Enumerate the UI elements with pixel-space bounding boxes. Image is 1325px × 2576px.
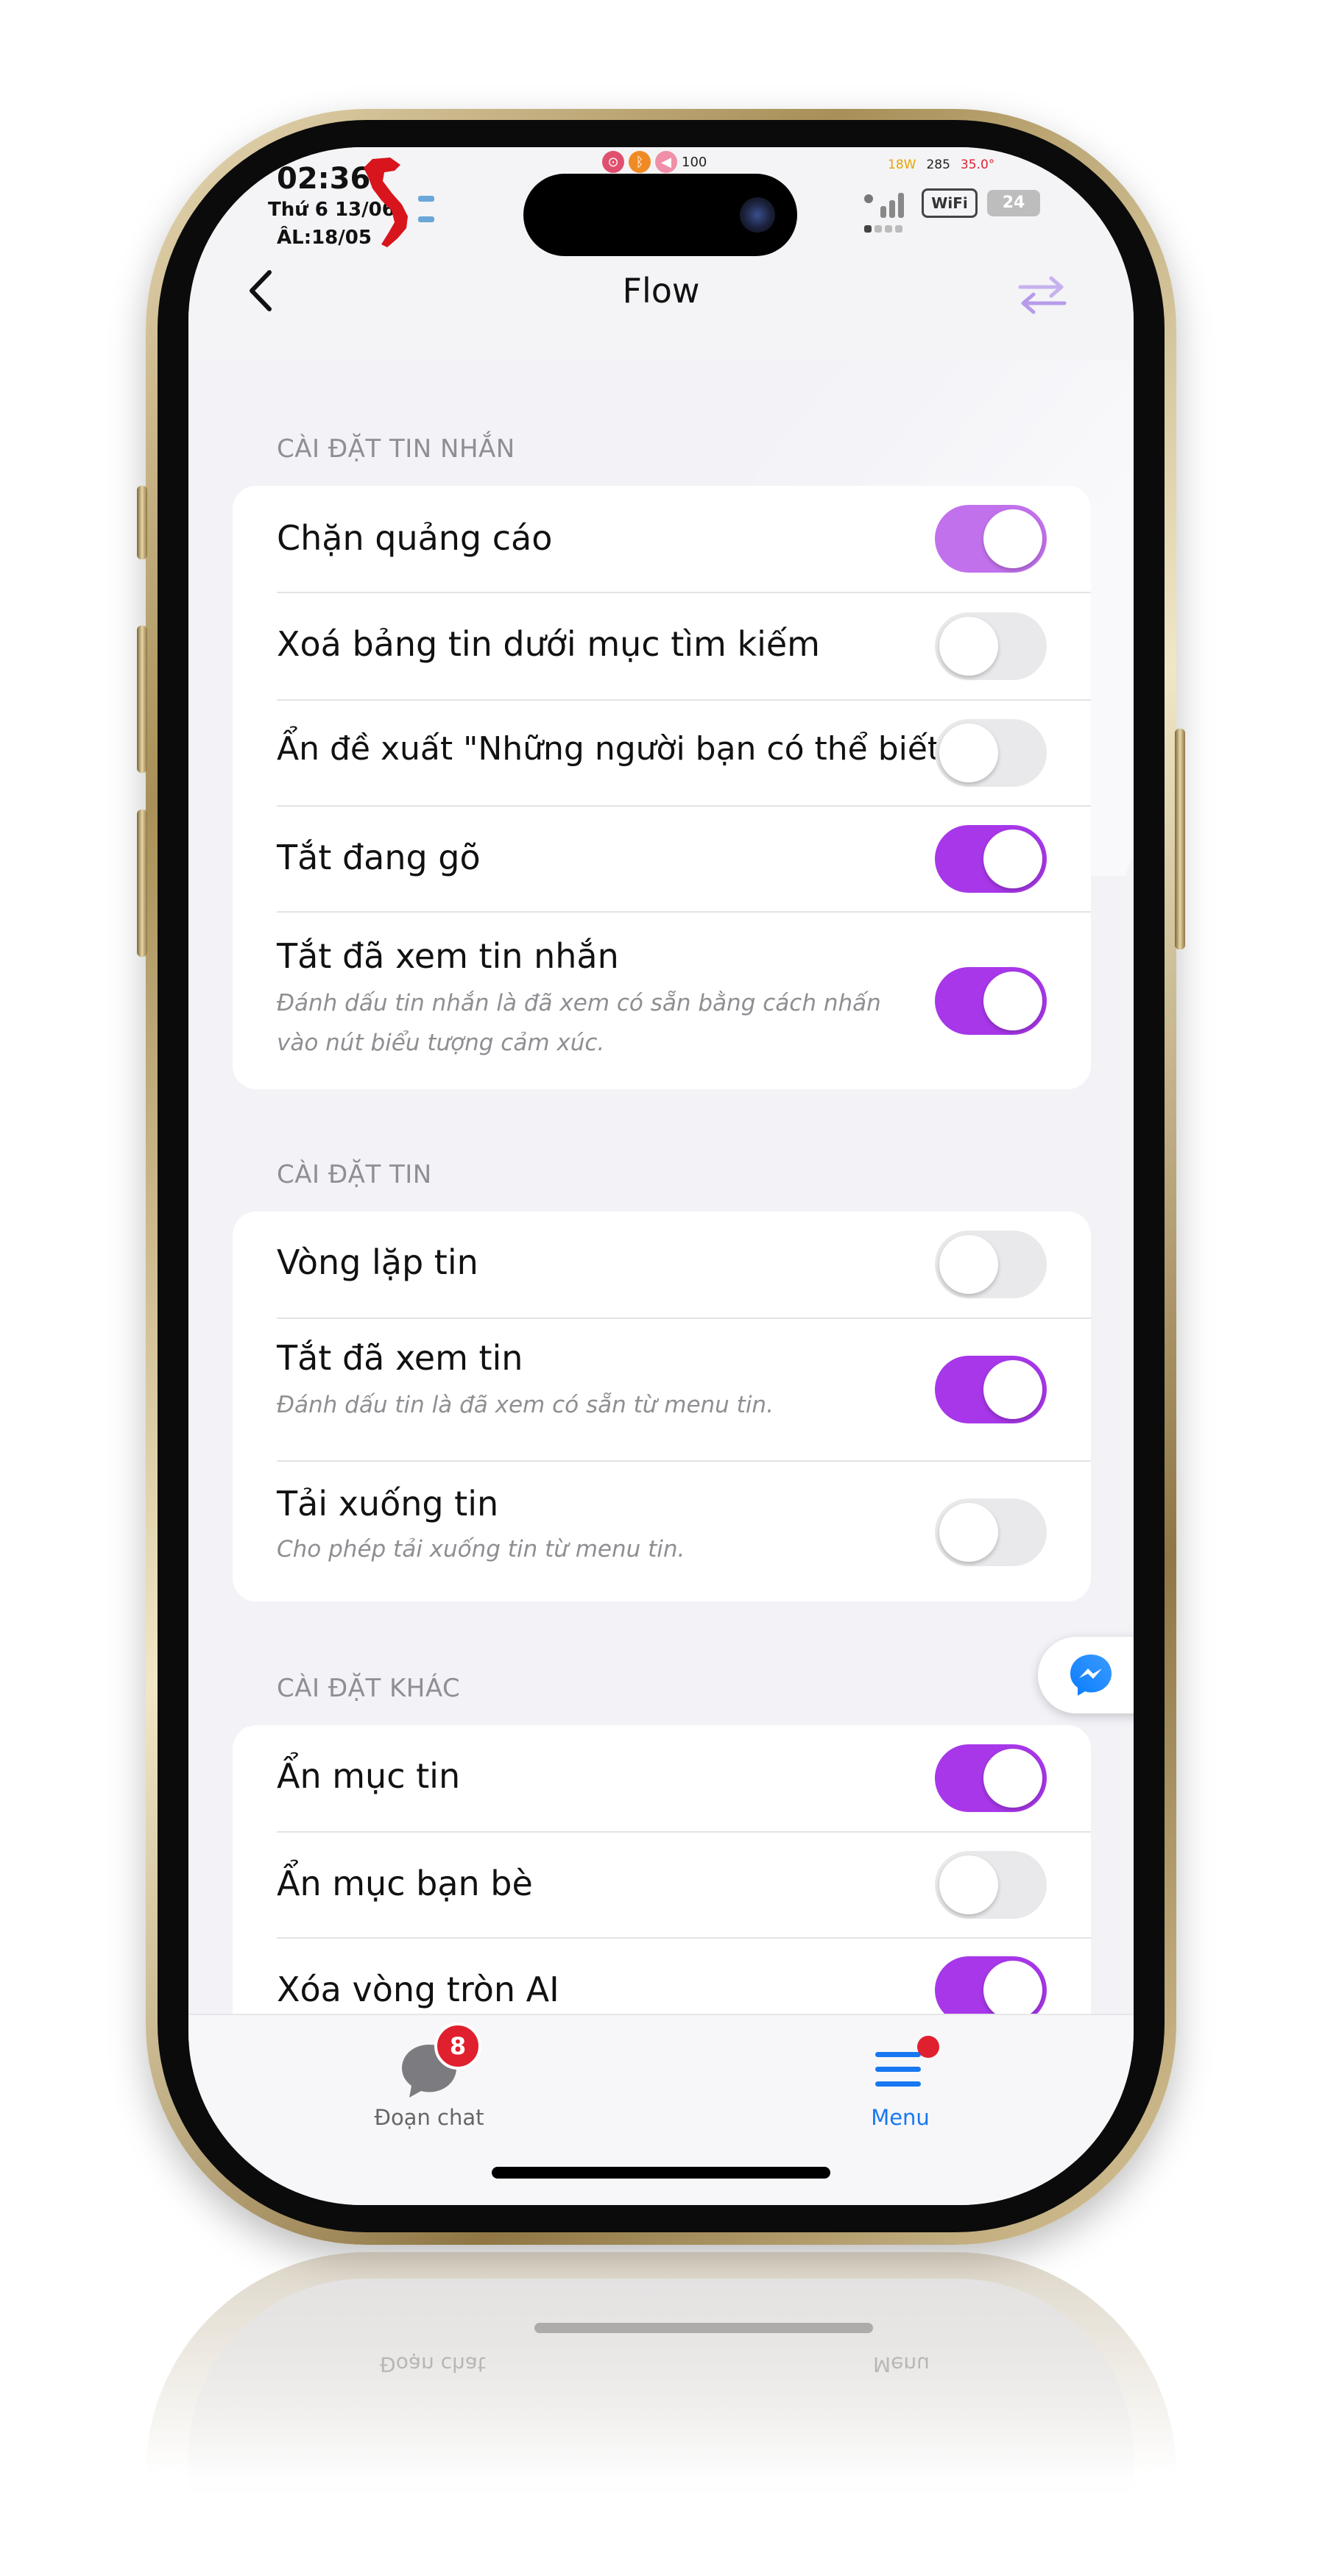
toggle-story-loop[interactable] [935, 1231, 1047, 1298]
setting-row[interactable]: Ẩn đề xuất "Những người bạn có thể biết" [233, 701, 1091, 805]
setting-label: Ẩn đề xuất "Những người bạn có thể biết" [277, 730, 955, 768]
setting-label: Ẩn mục bạn bè [277, 1864, 533, 1903]
menu-notification-dot [917, 2036, 939, 2058]
phone-screen: 02:36 Thứ 6 13/06 ÂL:18/05 ⊙ ᛒ ◀ 100 18W… [188, 147, 1134, 2205]
setting-row[interactable]: Xoá bảng tin dưới mục tìm kiếm [233, 593, 1091, 699]
settings-group-stories: Vòng lặp tin Tắt đã xem tin Đánh dấu tin… [233, 1211, 1091, 1602]
status-time: 02:36 [277, 162, 371, 196]
home-indicator[interactable] [492, 2167, 830, 2179]
tab-menu-label[interactable]: Menu [790, 2105, 1011, 2130]
setting-row[interactable]: Tắt đang gõ [233, 807, 1091, 911]
settings-group-messages: Chặn quảng cáo Xoá bảng tin dưới mục tìm… [233, 486, 1091, 1089]
chats-unread-badge: 8 [434, 2023, 481, 2070]
setting-description: Đánh dấu tin nhắn là đã xem có sẵn bằng … [277, 990, 881, 1056]
messenger-fab-button[interactable] [1038, 1637, 1134, 1713]
battery-icon: 24 [987, 190, 1040, 216]
setting-row[interactable]: Ẩn mục tin [233, 1725, 1091, 1831]
network-reading: 285 [926, 158, 950, 172]
toggle-hide-stories[interactable] [935, 1744, 1047, 1812]
vietnam-map-icon [364, 158, 408, 247]
bluetooth-icon: ᛒ [629, 151, 651, 173]
toggle-story-seen[interactable] [935, 1356, 1047, 1423]
setting-label: Xoá bảng tin dưới mục tìm kiếm [277, 624, 820, 664]
setting-row[interactable]: Chặn quảng cáo [233, 486, 1091, 592]
setting-label: Tắt đang gõ [277, 838, 481, 877]
toggle-block-ads[interactable] [935, 505, 1047, 573]
section-title-message-settings: CÀI ĐẶT TIN NHẮN [277, 434, 515, 464]
power-button [1175, 729, 1185, 949]
toggle-read-receipts[interactable] [935, 967, 1047, 1035]
settings-group-other: Ẩn mục tin Ẩn mục bạn bè Xóa vòng tròn A… [233, 1725, 1091, 2064]
volume-down-button [137, 810, 147, 957]
toggle-typing-indicator[interactable] [935, 825, 1047, 893]
battery-percent: 100 [682, 154, 707, 170]
reflection-chats-label: Đoạn chat [380, 2352, 486, 2377]
wifi-icon: WiFi [922, 188, 978, 218]
setting-label: Vòng lặp tin [277, 1242, 478, 1282]
swap-arrows-icon[interactable] [1013, 272, 1072, 316]
volume-up-button [137, 626, 147, 773]
status-bar: 02:36 Thứ 6 13/06 ÂL:18/05 ⊙ ᛒ ◀ 100 18W… [188, 147, 1134, 361]
toggle-hide-suggestions[interactable] [935, 719, 1047, 787]
reflection-home-indicator [534, 2323, 873, 2333]
setting-row[interactable]: Tắt đã xem tin Đánh dấu tin là đã xem có… [233, 1319, 1091, 1460]
section-title-story-settings: CÀI ĐẶT TIN [277, 1160, 432, 1189]
island-icon [418, 196, 434, 202]
camera-icon [740, 197, 775, 233]
action-button [137, 486, 147, 559]
setting-label: Chặn quảng cáo [277, 518, 553, 558]
setting-label: Tắt đã xem tin nhắn [277, 936, 619, 976]
dynamic-island [523, 174, 797, 256]
status-indicators: ⊙ ᛒ ◀ 100 [602, 147, 707, 177]
reflection-menu-label: Menu [873, 2352, 930, 2377]
toggle-remove-feed[interactable] [935, 612, 1047, 680]
setting-row[interactable]: Ẩn mục bạn bè [233, 1833, 1091, 1937]
setting-label: Tắt đã xem tin [277, 1338, 523, 1378]
island-icon [418, 216, 434, 222]
temperature-reading: 35.0° [960, 158, 995, 172]
setting-description: Cho phép tải xuống tin từ menu tin. [277, 1536, 685, 1563]
section-title-other-settings: CÀI ĐẶT KHÁC [277, 1674, 461, 1703]
phone-reflection: Đoạn chat Menu [146, 2252, 1176, 2532]
reflection-screen: Đoạn chat Menu [188, 2279, 1134, 2522]
status-stats: 18W 285 35.0° [888, 158, 994, 172]
tab-chats-label[interactable]: Đoạn chat [319, 2105, 540, 2130]
toggle-download-story[interactable] [935, 1498, 1047, 1566]
power-reading: 18W [888, 158, 916, 172]
toggle-hide-friends[interactable] [935, 1851, 1047, 1919]
cellular-signal-icon [864, 193, 904, 233]
setting-label: Tải xuống tin [277, 1484, 499, 1524]
setting-label: Xóa vòng tròn AI [277, 1970, 559, 2009]
setting-row[interactable]: Tắt đã xem tin nhắn Đánh dấu tin nhắn là… [233, 913, 1091, 1089]
messenger-icon [1070, 1655, 1112, 1696]
setting-label: Ẩn mục tin [277, 1756, 461, 1796]
lock-rotation-icon: ⊙ [602, 151, 624, 173]
setting-row[interactable]: Tải xuống tin Cho phép tải xuống tin từ … [233, 1462, 1091, 1602]
page-title: Flow [622, 271, 700, 311]
setting-description: Đánh dấu tin là đã xem có sẵn từ menu ti… [277, 1392, 774, 1418]
setting-row[interactable]: Vòng lặp tin [233, 1211, 1091, 1317]
mute-icon: ◀ [655, 151, 677, 173]
